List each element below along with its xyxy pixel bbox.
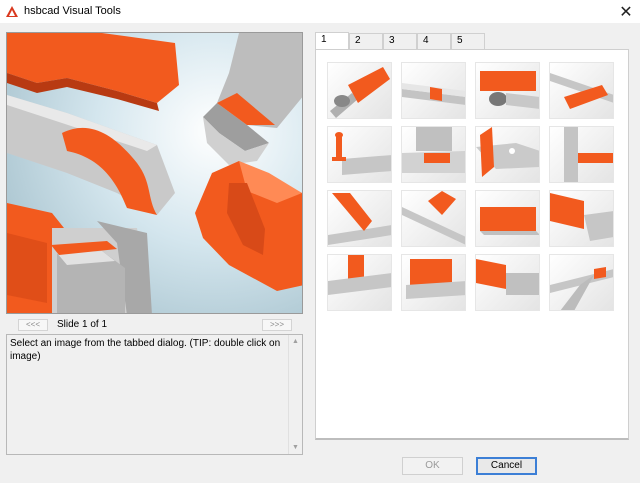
previous-slide-button[interactable]: <<< xyxy=(18,319,48,331)
thumbnail-grid xyxy=(327,62,615,332)
tab-3[interactable]: 3 xyxy=(383,33,417,49)
close-icon: ✕ xyxy=(619,4,633,21)
thumbnail-11[interactable] xyxy=(475,190,540,247)
next-slide-button[interactable]: >>> xyxy=(262,319,292,331)
thumbnail-6[interactable] xyxy=(401,126,466,183)
title-bar: hsbcad Visual Tools ✕ xyxy=(0,0,640,24)
hsbcad-logo-icon xyxy=(6,6,18,17)
thumbnail-4[interactable] xyxy=(549,62,614,119)
window-title: hsbcad Visual Tools xyxy=(24,5,121,17)
thumbnail-5[interactable] xyxy=(327,126,392,183)
description-text: Select an image from the tabbed dialog. … xyxy=(10,338,281,362)
thumbnail-9[interactable] xyxy=(327,190,392,247)
description-scrollbar[interactable]: ▲ ▼ xyxy=(288,335,302,454)
tab-1[interactable]: 1 xyxy=(315,32,349,49)
tab-5[interactable]: 5 xyxy=(451,33,485,49)
thumbnail-1[interactable] xyxy=(327,62,392,119)
thumbnail-8[interactable] xyxy=(549,126,614,183)
slide-counter: Slide 1 of 1 xyxy=(57,319,108,330)
preview-image xyxy=(6,32,303,314)
description-textbox[interactable]: Select an image from the tabbed dialog. … xyxy=(6,334,303,455)
slide-navigation: <<< Slide 1 of 1 >>> xyxy=(6,318,303,332)
ok-button[interactable]: OK xyxy=(402,457,463,475)
tab-panel xyxy=(315,49,629,440)
thumbnail-10[interactable] xyxy=(401,190,466,247)
cancel-button[interactable]: Cancel xyxy=(476,457,537,475)
thumbnail-14[interactable] xyxy=(401,254,466,311)
thumbnail-16[interactable] xyxy=(549,254,614,311)
thumbnail-2[interactable] xyxy=(401,62,466,119)
thumbnail-12[interactable] xyxy=(549,190,614,247)
close-button[interactable]: ✕ xyxy=(612,0,640,24)
tab-4[interactable]: 4 xyxy=(417,33,451,49)
scroll-up-arrow-icon[interactable]: ▲ xyxy=(289,338,302,345)
thumbnail-3[interactable] xyxy=(475,62,540,119)
thumbnail-15[interactable] xyxy=(475,254,540,311)
tab-2[interactable]: 2 xyxy=(349,33,383,49)
thumbnail-13[interactable] xyxy=(327,254,392,311)
thumbnail-7[interactable] xyxy=(475,126,540,183)
scroll-down-arrow-icon[interactable]: ▼ xyxy=(289,444,302,451)
